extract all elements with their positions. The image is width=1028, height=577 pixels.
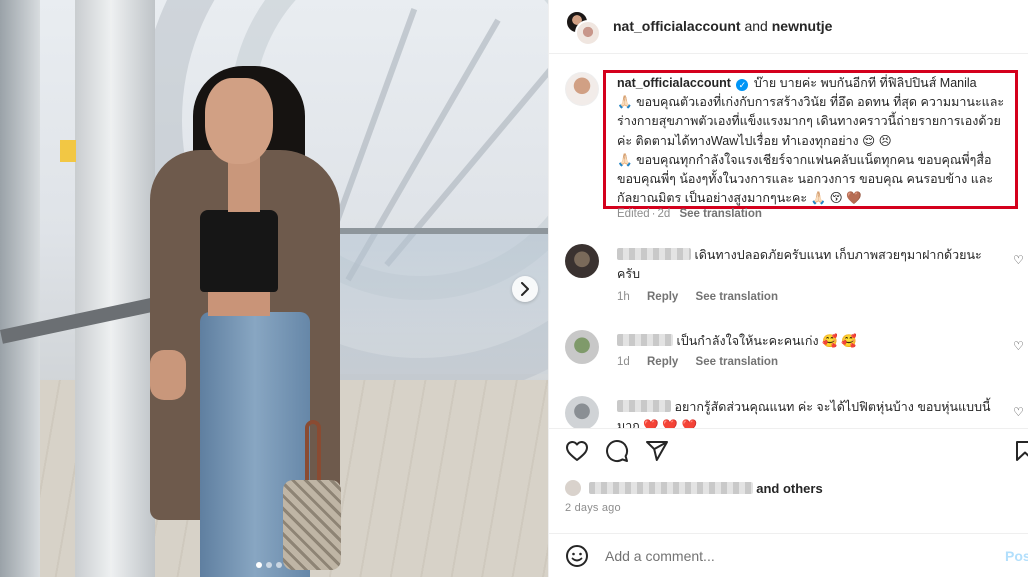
- post-photo[interactable]: [0, 0, 548, 577]
- comment-like-icon[interactable]: ♡: [1013, 406, 1025, 418]
- likes-summary[interactable]: and others: [565, 480, 823, 496]
- blurred-username[interactable]: [617, 400, 671, 412]
- emoji-icon[interactable]: [565, 544, 589, 568]
- praying-hands-emoji-icon: 🙏🏻: [617, 152, 633, 167]
- avatar: [565, 480, 581, 496]
- caption-line: บ๊าย บายค่ะ พบกันอีกที ที่ฟิลิปปินส์ Man…: [753, 76, 977, 90]
- caption-username-link[interactable]: nat_officialaccount: [617, 76, 731, 90]
- caption-line: ขอบคุณทุกกำลังใจแรงเชียร์จากแฟนคลับแน็ตท…: [617, 152, 994, 206]
- carousel-dot: [266, 562, 272, 568]
- post-authors: nat_officialaccount and newnutje: [613, 18, 832, 34]
- heart-icon[interactable]: [565, 439, 589, 463]
- caption-text: nat_officialaccount ✓ บ๊าย บายค่ะ พบกันอ…: [617, 74, 1009, 208]
- comment-text: เป็นกำลังใจให้นะคะคนเก่ง 🥰 🥰: [617, 332, 999, 351]
- photo-bg: [0, 0, 40, 577]
- comment-text: อยากรู้สัดส่วนคุณแนท ค่ะ จะได้ไปฟิตหุ่นบ…: [617, 398, 999, 428]
- post-header: nat_officialaccount and newnutje: [549, 0, 1028, 54]
- see-translation-button[interactable]: See translation: [679, 208, 761, 220]
- carousel-dot: [276, 562, 282, 568]
- comment-item: อยากรู้สัดส่วนคุณแนท ค่ะ จะได้ไปฟิตหุ่นบ…: [565, 396, 1025, 428]
- praying-hands-emoji-icon: 🙏🏻: [617, 95, 633, 110]
- comment-text: เดินทางปลอดภัยครับแนท เก็บภาพสวยๆมาฝากด้…: [617, 246, 999, 284]
- see-translation-button[interactable]: See translation: [696, 356, 778, 368]
- add-comment-bar: Post: [549, 533, 1028, 577]
- avatar[interactable]: [565, 396, 599, 428]
- verified-badge-icon: ✓: [736, 79, 749, 91]
- hearts-emoji-icon: 🥰: [841, 334, 857, 348]
- photo-bg: [75, 0, 155, 577]
- red-heart-emoji-icon: ❤️: [681, 419, 698, 428]
- chevron-right-icon: [521, 282, 529, 296]
- bookmark-icon[interactable]: [1013, 439, 1028, 463]
- red-heart-emoji-icon: ❤️: [643, 419, 659, 428]
- brown-heart-emoji-icon: 🤎: [846, 191, 862, 206]
- praying-hands-emoji-icon: 🙏🏻: [810, 191, 827, 206]
- post-actions: [549, 428, 1028, 472]
- comment-like-icon[interactable]: ♡: [1013, 340, 1025, 352]
- hearts-emoji-icon: 🥰: [822, 334, 838, 348]
- owner-username-link[interactable]: nat_officialaccount: [613, 18, 741, 34]
- red-heart-emoji-icon: ❤️: [662, 419, 678, 428]
- comment-meta: 1d Reply See translation: [617, 356, 778, 368]
- photo-subject: [205, 78, 273, 164]
- post-date[interactable]: 2 days ago: [565, 502, 621, 514]
- comment-time: 1h: [617, 291, 630, 303]
- reply-button[interactable]: Reply: [647, 291, 678, 303]
- photo-subject: [200, 210, 278, 292]
- photo-bg: [330, 234, 548, 374]
- photo-bg: [330, 228, 548, 234]
- edited-label: Edited: [617, 208, 650, 220]
- photo-subject: [283, 480, 341, 570]
- photo-subject: [150, 350, 186, 400]
- and-text: and: [740, 18, 772, 34]
- reply-button[interactable]: Reply: [647, 356, 678, 368]
- likes-others-link[interactable]: and others: [756, 481, 822, 496]
- comment-input[interactable]: [605, 545, 985, 567]
- comment-meta: 1h Reply See translation: [617, 291, 778, 303]
- comment-body: เป็นกำลังใจให้นะคะคนเก่ง: [676, 334, 819, 348]
- blurred-username[interactable]: [617, 334, 673, 346]
- avatar[interactable]: [565, 330, 599, 364]
- worried-emoji-icon: 😣: [878, 133, 892, 148]
- photo-subject: [208, 292, 270, 316]
- comment-icon[interactable]: [605, 439, 629, 463]
- post-comment-button[interactable]: Post: [1005, 548, 1028, 564]
- comment-time: 1d: [617, 356, 630, 368]
- avatar[interactable]: [565, 72, 599, 106]
- post-side-panel: nat_officialaccount and newnutje nat_off…: [548, 0, 1028, 577]
- avatar[interactable]: [565, 244, 599, 278]
- caption-meta: Edited · 2d See translation: [617, 208, 762, 220]
- blurred-liker-names[interactable]: [588, 482, 753, 494]
- avatar[interactable]: [575, 20, 601, 46]
- smile-emoji-icon: 😌: [862, 133, 876, 148]
- caption-line: ขอบคุณตัวเองที่เก่งกับการสร้างวินัย ที่อ…: [617, 95, 1005, 148]
- next-photo-button[interactable]: [512, 276, 538, 302]
- blurred-username[interactable]: [617, 248, 691, 260]
- share-icon[interactable]: [645, 439, 669, 463]
- comment-like-icon[interactable]: ♡: [1013, 254, 1025, 266]
- kiss-emoji-icon: 😚: [829, 191, 843, 206]
- collab-avatars[interactable]: [565, 10, 601, 46]
- photo-bg: [60, 140, 76, 162]
- caption-time: 2d: [657, 208, 671, 220]
- carousel-dots: [256, 562, 282, 568]
- carousel-dot: [256, 562, 262, 568]
- see-translation-button[interactable]: See translation: [696, 291, 778, 303]
- collaborator-username-link[interactable]: newnutje: [772, 18, 833, 34]
